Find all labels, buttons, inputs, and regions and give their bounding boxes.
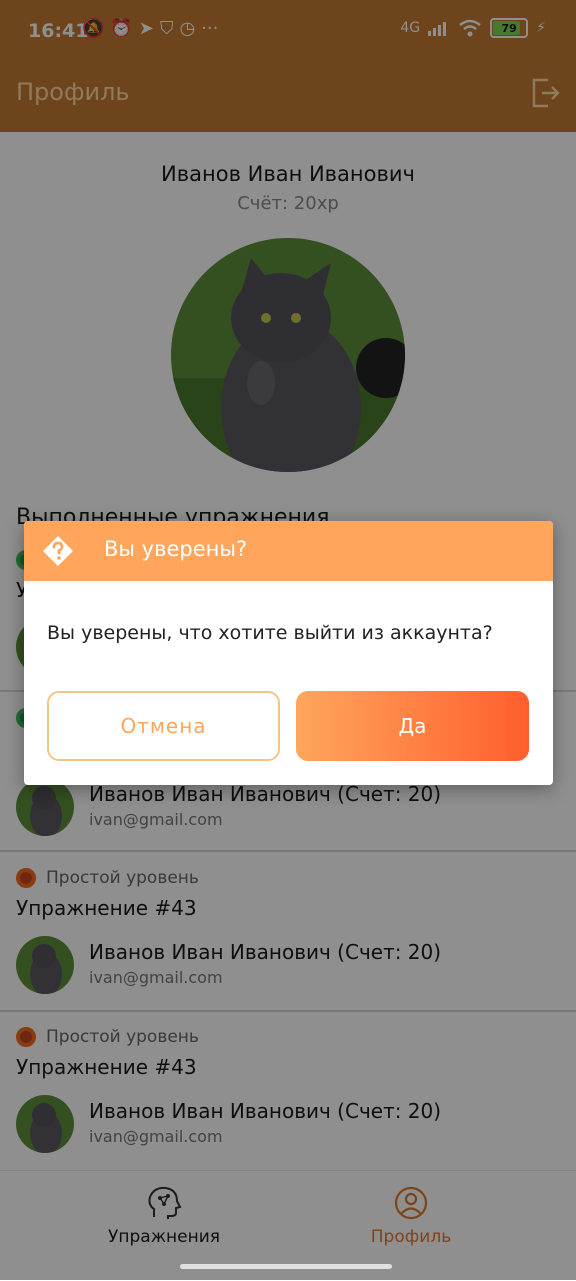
home-indicator[interactable] (180, 1264, 392, 1269)
confirm-button[interactable]: Да (296, 691, 529, 761)
confirm-dialog: Вы уверены? Вы уверены, что хотите выйти… (24, 521, 553, 785)
dialog-message: Вы уверены, что хотите выйти из аккаунта… (47, 622, 493, 644)
dialog-header: Вы уверены? (24, 521, 553, 581)
question-icon (43, 536, 73, 566)
cancel-button[interactable]: Отмена (47, 691, 280, 761)
dialog-title: Вы уверены? (104, 537, 248, 561)
